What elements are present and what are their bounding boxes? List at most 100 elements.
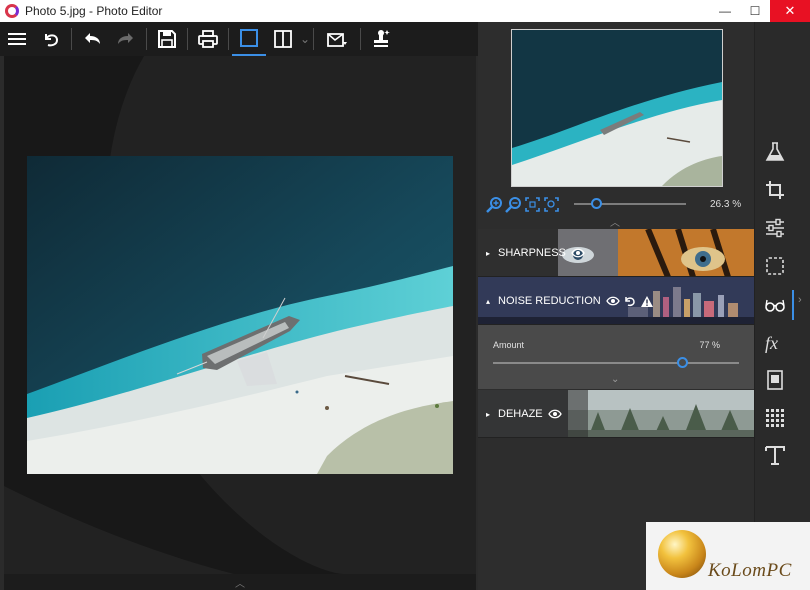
revert-icon [45,34,59,47]
share-icon [327,33,347,47]
fit-to-screen-icon[interactable] [524,196,541,213]
section-dehaze[interactable]: ▸ DEHAZE [478,390,754,438]
selection-tool-button[interactable] [764,255,786,277]
fx-icon: fx [765,333,778,353]
toolbar-separator [360,28,361,50]
save-button[interactable] [150,22,184,56]
sharpness-header: ▸ SHARPNESS [486,229,585,276]
expand-icon: ▸ [486,409,491,419]
undo-arrow-icon [85,33,100,44]
photo-editor-window: Photo 5.jpg - Photo Editor — ☐ ✕ ⌄ ︿ 26.… [0,0,810,590]
svg-text:fx: fx [765,333,778,353]
toolbar-separator [313,28,314,50]
crop-tool-button[interactable] [764,179,786,201]
revert-button[interactable] [34,22,68,56]
chevron-down-icon[interactable]: ⌄ [611,374,619,385]
effects-tool-button[interactable] [764,141,786,163]
sliders-icon [766,218,784,238]
watermark-text: KoLomPC [708,560,792,581]
minimize-button[interactable]: — [710,0,740,22]
close-button[interactable]: ✕ [770,0,810,22]
amount-slider-handle[interactable] [677,357,689,368]
single-view-button[interactable] [232,22,266,56]
image-canvas[interactable] [4,56,476,574]
menu-button[interactable] [0,22,34,56]
glasses-icon [765,299,785,312]
share-button[interactable] [317,22,357,56]
sidebar-collapse-strip[interactable]: › [794,22,810,590]
eye-icon[interactable] [547,409,562,419]
edited-photo [27,156,453,474]
sharpness-label: SHARPNESS [498,247,566,259]
window-controls: — ☐ ✕ [710,0,810,22]
amount-slider[interactable] [493,357,739,368]
split-pane-icon [274,30,292,48]
navigator-thumbnail[interactable] [511,29,723,187]
texture-icon [766,409,784,427]
eye-icon[interactable] [605,296,620,306]
noise-reduction-label: NOISE REDUCTION [498,295,601,307]
reset-icon[interactable] [623,295,637,307]
expand-icon: ▸ [486,248,491,258]
toolbar-separator [71,28,72,50]
fx-tool-button[interactable]: fx [764,332,786,354]
frame-tool-button[interactable] [764,369,786,391]
chevron-down-icon[interactable]: ⌄ [300,32,310,46]
collapse-icon: ▴ [486,296,491,306]
main-toolbar: ⌄ [0,22,478,56]
noise-reduction-settings: Amount 77 % ⌄ [478,325,754,389]
stamp-button[interactable] [364,22,398,56]
flask-icon [765,142,785,161]
window-title: Photo 5.jpg - Photo Editor [25,4,163,18]
zoom-value: 26.3 % [710,198,742,210]
hamburger-icon [8,33,26,45]
watermark-logo: KoLomPC [646,522,810,590]
redo-button[interactable] [109,22,143,56]
redo-arrow-icon [118,33,133,44]
tool-strip: fx [754,22,794,590]
eye-icon[interactable] [571,248,585,258]
adjust-tool-button[interactable] [764,217,786,239]
chevron-right-icon: › [798,294,802,306]
undo-button[interactable] [75,22,109,56]
print-button[interactable] [191,22,225,56]
zoom-out-icon[interactable] [505,196,522,213]
chevron-up-icon: ︿ [235,578,245,590]
crop-icon [766,181,784,199]
amount-value: 77 % [699,340,720,350]
dehaze-label: DEHAZE [498,408,543,420]
watermark-globe [658,530,706,578]
canvas-collapse-bar[interactable]: ︿ [4,574,476,590]
zoom-slider-handle[interactable] [591,198,603,209]
section-sharpness[interactable]: ▸ SHARPNESS [478,229,754,277]
zoom-slider[interactable] [574,198,686,209]
text-icon [765,446,785,465]
section-noise-reduction[interactable]: ▴ NOISE REDUCTION [478,277,754,325]
navigator-preview-image [512,30,722,186]
dehaze-header: ▸ DEHAZE [486,390,562,437]
app-logo-icon [5,4,19,18]
zoom-controls: 26.3 % [486,194,746,214]
texture-tool-button[interactable] [764,407,786,429]
navigator-collapse-icon[interactable]: ︿ [610,214,620,229]
warning-icon [640,295,653,307]
toolbar-separator [228,28,229,50]
frame-icon [767,370,783,390]
amount-label: Amount [493,340,525,350]
maximize-button[interactable]: ☐ [740,0,770,22]
floppy-disk-icon [158,30,176,48]
selection-icon [766,257,784,275]
printer-icon [198,30,218,48]
right-panel: 26.3 % ︿ ▸ SHARPNESS ▴ NOISE REDUCTION A… [478,22,754,590]
text-tool-button[interactable] [764,444,786,466]
toolbar-separator [146,28,147,50]
zoom-in-icon[interactable] [486,196,503,213]
split-view-button[interactable] [266,22,300,56]
noise-reduction-header: ▴ NOISE REDUCTION [486,277,654,324]
title-bar: Photo 5.jpg - Photo Editor — ☐ ✕ [0,0,810,22]
stamp-icon [374,30,390,47]
actual-size-icon[interactable] [543,196,560,213]
details-tool-button[interactable] [764,294,786,316]
single-pane-icon [240,29,258,47]
toolbar-separator [187,28,188,50]
